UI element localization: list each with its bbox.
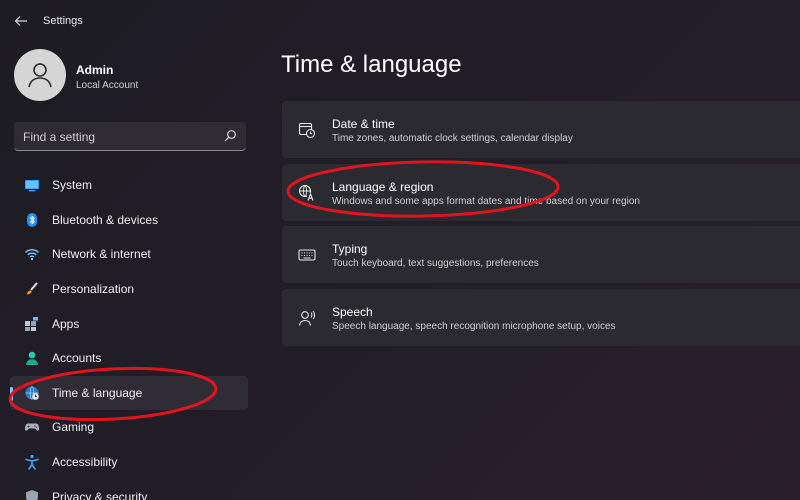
search-icon[interactable]: [222, 128, 238, 144]
calendar-clock-icon: [297, 120, 317, 140]
sidebar-nav: System Bluetooth & devices Network & int…: [10, 168, 248, 500]
user-profile[interactable]: Admin Local Account: [14, 49, 254, 103]
card-title: Language & region: [332, 179, 434, 194]
gamepad-icon: [24, 419, 40, 435]
shield-icon: [24, 489, 40, 500]
sidebar-item-label: System: [52, 178, 93, 193]
sidebar-item-label: Personalization: [52, 282, 135, 297]
avatar: [14, 49, 66, 101]
sidebar-item-label: Accessibility: [52, 455, 118, 470]
card-description: Speech language, speech recognition micr…: [332, 320, 616, 332]
back-button[interactable]: [10, 10, 32, 32]
title-bar: Settings: [0, 0, 800, 42]
card-title: Typing: [332, 242, 368, 256]
card-description: Windows and some apps format dates and t…: [332, 195, 640, 207]
page-title: Time & language: [281, 51, 462, 78]
card-title: Date & time: [332, 117, 395, 131]
sidebar-item-label: Privacy & security: [52, 489, 148, 500]
sidebar-item-label: Apps: [52, 316, 80, 331]
accessibility-icon: [24, 454, 40, 470]
settings-cards: Date & time Time zones, automatic clock …: [282, 101, 800, 351]
sidebar-item-privacy[interactable]: Privacy & security: [10, 479, 248, 500]
person-icon: [24, 350, 40, 366]
active-indicator: [10, 386, 13, 401]
language-icon: [297, 183, 317, 203]
apps-icon: [24, 316, 40, 332]
sidebar-item-label: Time & language: [52, 385, 143, 400]
card-date-time[interactable]: Date & time Time zones, automatic clock …: [282, 101, 800, 158]
user-name: Admin: [76, 63, 114, 77]
bluetooth-icon: [24, 212, 40, 228]
sidebar-item-apps[interactable]: Apps: [10, 306, 248, 341]
arrow-left-icon: [14, 16, 27, 26]
sidebar-item-bluetooth[interactable]: Bluetooth & devices: [10, 203, 248, 238]
wifi-icon: [24, 246, 40, 262]
card-description: Touch keyboard, text suggestions, prefer…: [332, 258, 539, 269]
sidebar-item-label: Gaming: [52, 420, 95, 435]
card-typing[interactable]: Typing Touch keyboard, text suggestions,…: [282, 226, 800, 283]
card-speech[interactable]: Speech Speech language, speech recogniti…: [282, 288, 800, 346]
sidebar-item-accessibility[interactable]: Accessibility: [10, 445, 248, 480]
sidebar-item-gaming[interactable]: Gaming: [10, 410, 248, 445]
search-input[interactable]: Find a setting: [14, 122, 246, 151]
globe-clock-icon: [24, 385, 40, 401]
person-icon: [28, 63, 52, 88]
sidebar-item-time-language[interactable]: Time & language: [10, 375, 248, 411]
brush-icon: [24, 281, 40, 297]
speech-icon: [297, 308, 317, 328]
account-type: Local Account: [76, 80, 139, 91]
sidebar-item-personalization[interactable]: Personalization: [10, 272, 248, 307]
keyboard-icon: [297, 245, 317, 265]
card-language-region[interactable]: Language & region Windows and some apps …: [282, 163, 800, 221]
sidebar-item-label: Bluetooth & devices: [52, 212, 159, 227]
sidebar-item-system[interactable]: System: [10, 168, 248, 203]
sidebar-item-network[interactable]: Network & internet: [10, 237, 248, 272]
search-placeholder: Find a setting: [23, 130, 96, 144]
app-title: Settings: [43, 15, 83, 27]
monitor-icon: [24, 177, 40, 193]
card-title: Speech: [332, 304, 373, 319]
sidebar-item-label: Network & internet: [52, 247, 151, 262]
sidebar-item-label: Accounts: [52, 351, 102, 366]
sidebar-item-accounts[interactable]: Accounts: [10, 341, 248, 376]
card-description: Time zones, automatic clock settings, ca…: [332, 133, 573, 144]
